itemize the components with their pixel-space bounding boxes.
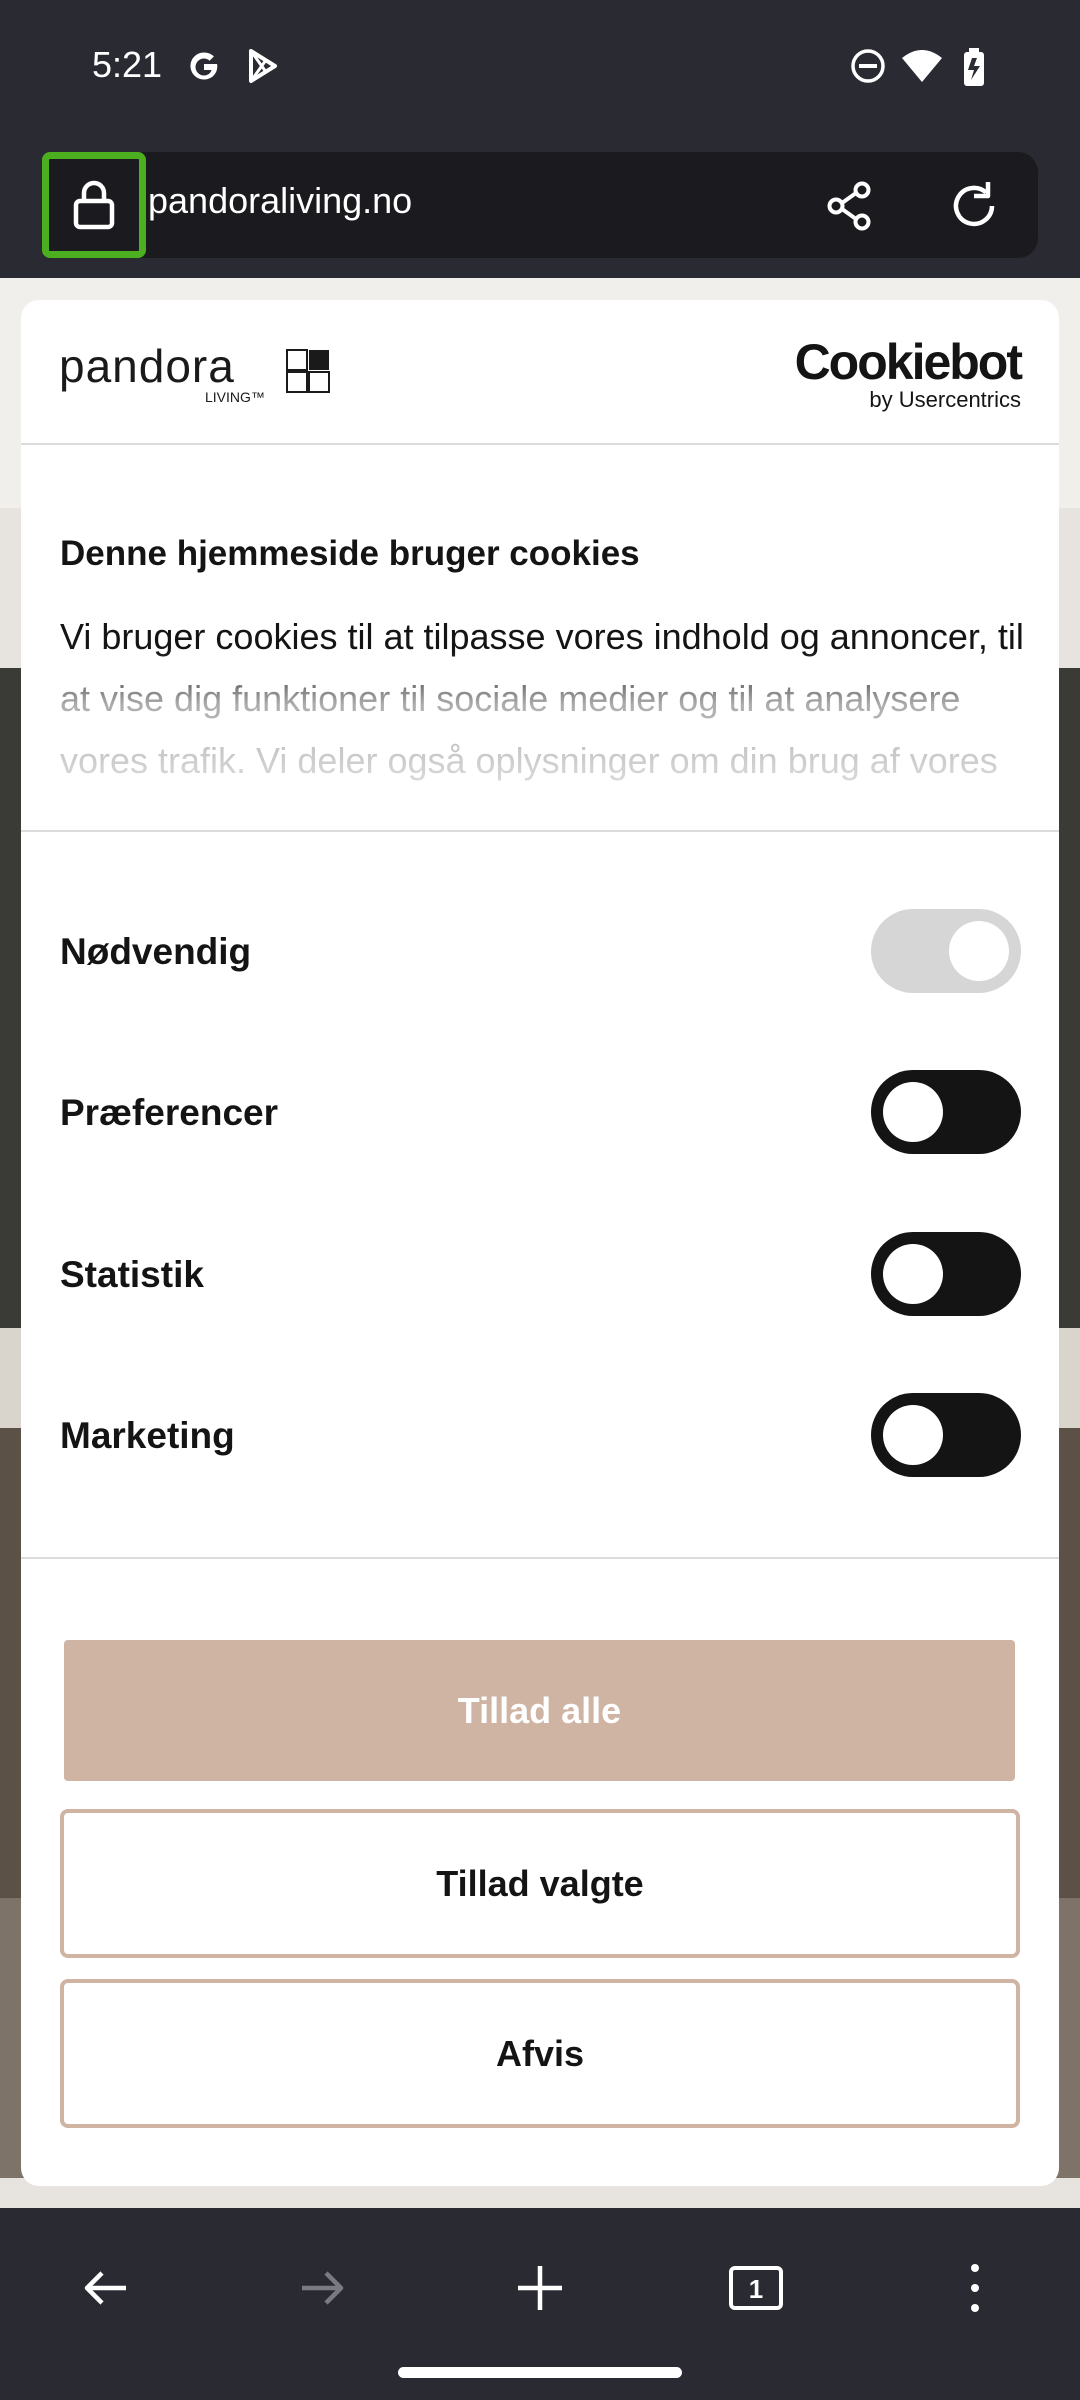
play-store-icon	[242, 46, 282, 91]
dialog-title: Denne hjemmeside bruger cookies	[60, 534, 640, 573]
toggle-row-preferences: Præferencer	[21, 1062, 1059, 1162]
toggle-necessary[interactable]	[871, 909, 1021, 993]
toggle-label: Marketing	[60, 1415, 235, 1456]
cookiebot-logo-main: Cookiebot	[794, 334, 1023, 390]
share-icon[interactable]	[822, 178, 878, 234]
url-bar[interactable]: pandoraliving.no	[42, 152, 1038, 258]
divider	[21, 1557, 1059, 1559]
toggle-row-statistics: Statistik	[21, 1224, 1059, 1324]
toggle-knob	[949, 921, 1009, 981]
toggle-knob	[883, 1082, 943, 1142]
status-time: 5:21	[92, 44, 163, 85]
dialog-description[interactable]: Vi bruger cookies til at tilpasse vores …	[60, 606, 1040, 786]
toggle-row-marketing: Marketing	[21, 1385, 1059, 1485]
browser-toolbar: pandoraliving.no	[0, 134, 1080, 278]
home-indicator[interactable]	[398, 2367, 682, 2378]
lock-icon[interactable]	[42, 152, 146, 258]
toggle-knob	[883, 1244, 943, 1304]
allow-selected-button[interactable]: Tillad valgte	[60, 1809, 1020, 1958]
pandora-living-logo: pandora LIVING™	[59, 340, 339, 409]
allow-all-button[interactable]: Tillad alle	[64, 1640, 1015, 1781]
toggle-marketing[interactable]	[871, 1393, 1021, 1477]
tab-switcher-icon[interactable]: 1	[716, 2248, 796, 2328]
battery-icon	[956, 46, 992, 95]
back-icon[interactable]	[66, 2248, 146, 2328]
wifi-icon	[900, 46, 944, 91]
more-options-icon[interactable]	[935, 2248, 1015, 2328]
url-text[interactable]: pandoraliving.no	[148, 180, 412, 222]
cookiebot-logo: Cookiebot by Usercentrics	[794, 334, 1023, 412]
decline-button[interactable]: Afvis	[60, 1979, 1020, 2128]
google-icon	[184, 46, 224, 91]
dialog-header: pandora LIVING™ Cookiebot by Usercentric…	[21, 300, 1059, 445]
do-not-disturb-icon	[848, 46, 888, 91]
brand-logo-sub: LIVING™	[205, 389, 265, 404]
toggle-knob	[883, 1405, 943, 1465]
new-tab-icon[interactable]	[500, 2248, 580, 2328]
brand-logo-text: pandora	[59, 342, 235, 392]
toggle-statistics[interactable]	[871, 1232, 1021, 1316]
cookie-consent-dialog: pandora LIVING™ Cookiebot by Usercentric…	[21, 300, 1059, 2186]
toggle-preferences[interactable]	[871, 1070, 1021, 1154]
reload-icon[interactable]	[946, 178, 1002, 234]
cookiebot-logo-sub: by Usercentrics	[869, 387, 1021, 412]
toggle-label: Præferencer	[60, 1092, 279, 1133]
forward-icon[interactable]	[282, 2248, 362, 2328]
toggle-label: Statistik	[60, 1254, 204, 1295]
bottom-toolbar: 1	[0, 2208, 1080, 2400]
toggle-label: Nødvendig	[60, 931, 252, 972]
tab-count: 1	[749, 2274, 763, 2304]
status-bar: 5:21	[0, 0, 1080, 134]
toggle-row-necessary: Nødvendig	[21, 901, 1059, 1001]
divider	[21, 830, 1059, 832]
